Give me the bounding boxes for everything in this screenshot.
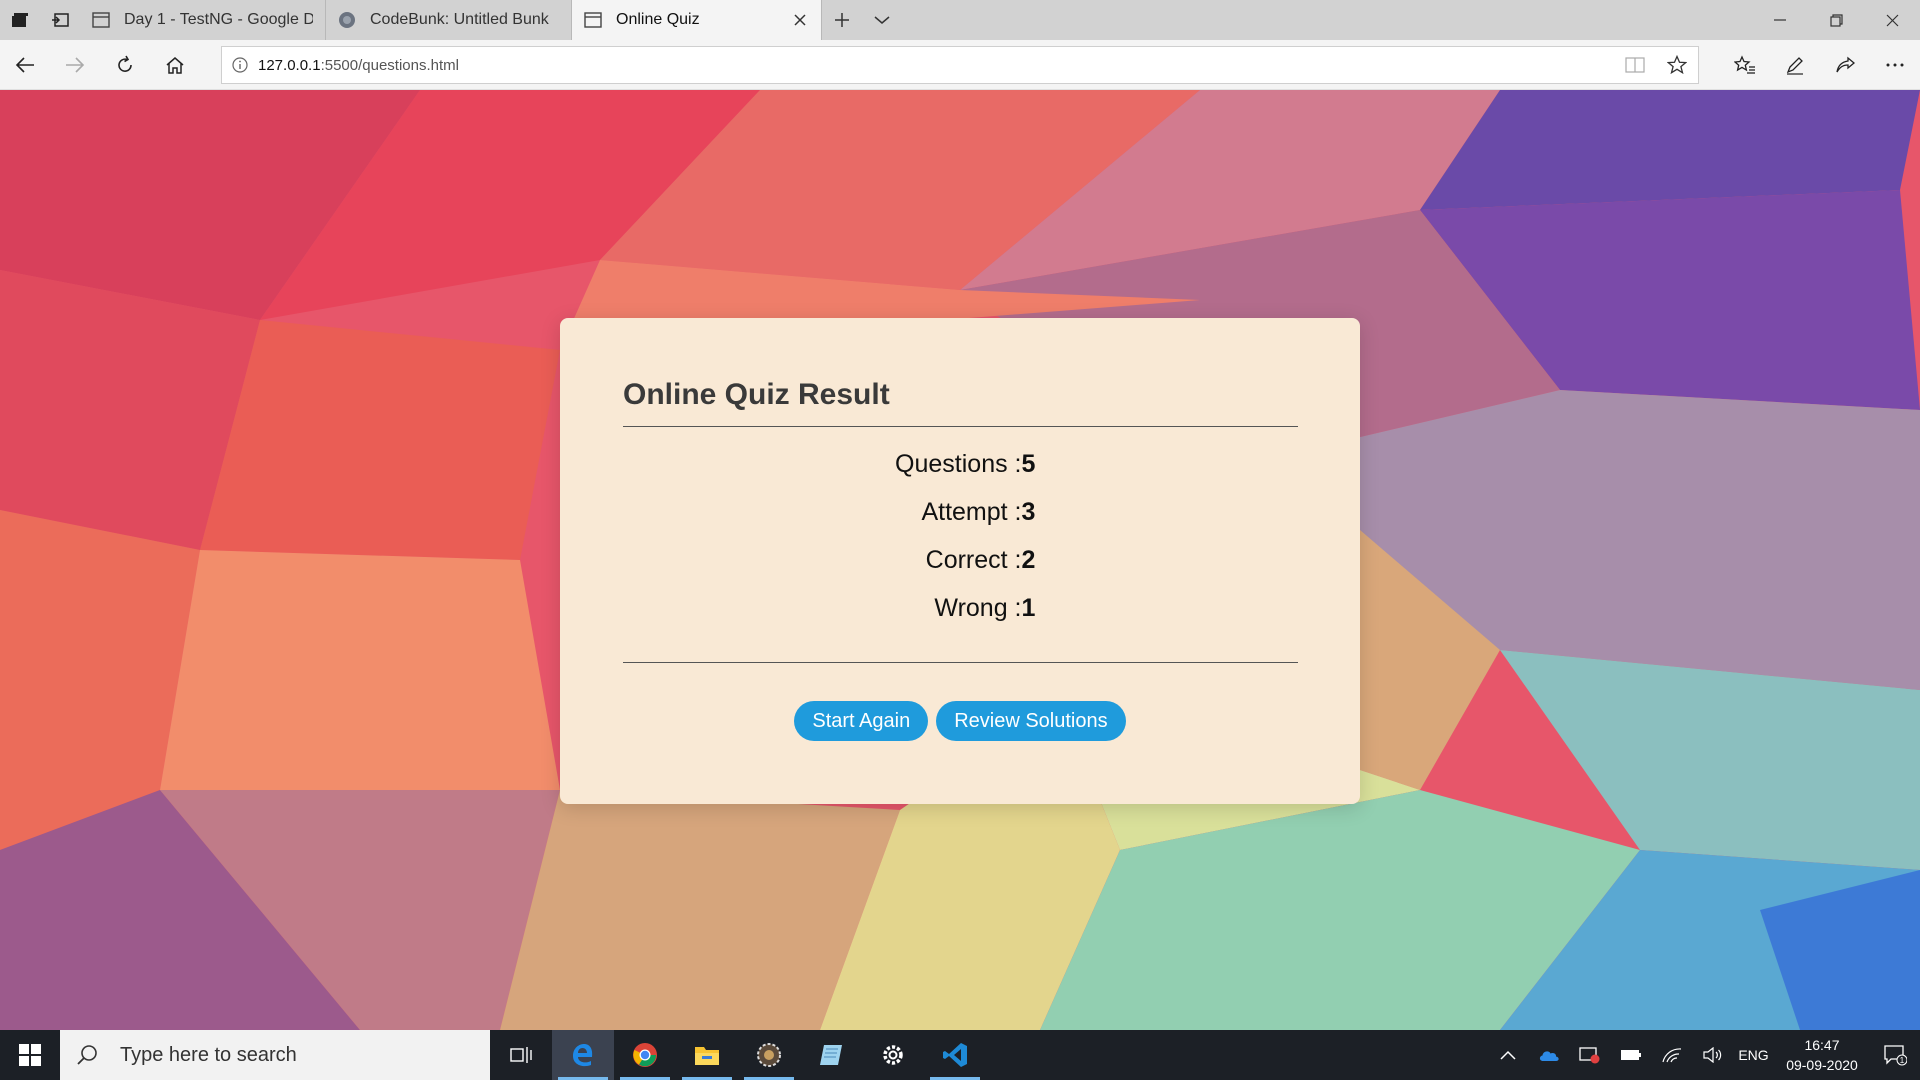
language-indicator[interactable]: ENG bbox=[1733, 1047, 1774, 1063]
result-actions: Start Again Review Solutions bbox=[560, 701, 1360, 741]
settings-icon[interactable] bbox=[862, 1030, 924, 1080]
clock[interactable]: 16:47 09-09-2020 bbox=[1774, 1035, 1870, 1075]
notepad-icon[interactable] bbox=[800, 1030, 862, 1080]
reading-view-icon[interactable] bbox=[1614, 57, 1656, 73]
tab-title: CodeBunk: Untitled Bunk bbox=[370, 11, 549, 28]
back-arrow-icon[interactable] bbox=[0, 40, 50, 90]
divider bbox=[623, 662, 1298, 663]
divider bbox=[623, 426, 1298, 427]
clock-time: 16:47 bbox=[1804, 1037, 1840, 1053]
page-icon bbox=[92, 12, 114, 28]
pen-notes-icon[interactable] bbox=[1770, 40, 1820, 90]
new-tab-icon[interactable] bbox=[822, 0, 862, 40]
quiz-result-card: Online Quiz Result Questions :5 Attempt … bbox=[560, 318, 1360, 804]
chevron-up-icon[interactable] bbox=[1487, 1050, 1528, 1060]
stat-label: Questions : bbox=[895, 450, 1022, 478]
more-options-icon[interactable] bbox=[1870, 40, 1920, 90]
tab-title: Online Quiz bbox=[616, 11, 700, 28]
page-icon bbox=[584, 12, 606, 28]
forward-arrow-icon[interactable] bbox=[50, 40, 100, 90]
chevron-down-icon[interactable] bbox=[862, 0, 902, 40]
settings-gear-app-icon[interactable] bbox=[738, 1030, 800, 1080]
page-viewport: Online Quiz Result Questions :5 Attempt … bbox=[0, 90, 1920, 1030]
browser-nav-bar: 127.0.0.1:5500/questions.html bbox=[0, 40, 1920, 90]
refresh-icon[interactable] bbox=[100, 40, 150, 90]
task-view-icon[interactable] bbox=[490, 1030, 552, 1080]
volume-icon[interactable] bbox=[1692, 1047, 1733, 1063]
system-tray: ENG 16:47 09-09-2020 1 bbox=[1487, 1030, 1920, 1080]
stat-value: 5 bbox=[1021, 450, 1036, 478]
stat-correct: Correct :2 bbox=[623, 546, 1298, 594]
tab-online-quiz[interactable]: Online Quiz bbox=[572, 0, 822, 40]
stat-value: 3 bbox=[1021, 498, 1036, 526]
stat-label: Attempt : bbox=[921, 498, 1022, 526]
stat-label: Correct : bbox=[925, 546, 1022, 574]
info-icon[interactable] bbox=[222, 57, 258, 73]
vscode-icon[interactable] bbox=[924, 1030, 986, 1080]
tabs-aside-icon[interactable] bbox=[40, 0, 80, 40]
close-window-icon[interactable] bbox=[1864, 0, 1920, 40]
security-center-icon[interactable] bbox=[1569, 1046, 1610, 1064]
url-text[interactable]: 127.0.0.1:5500/questions.html bbox=[258, 57, 459, 74]
stat-label: Wrong : bbox=[934, 594, 1022, 622]
clock-date: 09-09-2020 bbox=[1786, 1057, 1858, 1073]
favorite-star-icon[interactable] bbox=[1656, 55, 1698, 75]
tab-actions-icon[interactable] bbox=[0, 0, 40, 40]
file-explorer-icon[interactable] bbox=[676, 1030, 738, 1080]
search-placeholder: Type here to search bbox=[120, 1043, 297, 1066]
stat-wrong: Wrong :1 bbox=[623, 594, 1298, 642]
onedrive-cloud-icon[interactable] bbox=[1528, 1048, 1569, 1062]
result-title: Online Quiz Result bbox=[623, 378, 890, 411]
notification-center-icon[interactable]: 1 bbox=[1870, 1044, 1920, 1066]
taskbar-search-box[interactable]: Type here to search bbox=[60, 1030, 490, 1080]
notification-count: 1 bbox=[1900, 1056, 1905, 1065]
tab-codebunk[interactable]: CodeBunk: Untitled Bunk bbox=[326, 0, 572, 40]
browser-tab-bar: Day 1 - TestNG - Google Dr CodeBunk: Unt… bbox=[0, 0, 1920, 40]
share-icon[interactable] bbox=[1820, 40, 1870, 90]
result-stats: Questions :5 Attempt :3 Correct :2 Wrong… bbox=[623, 450, 1298, 642]
stat-questions: Questions :5 bbox=[623, 450, 1298, 498]
home-icon[interactable] bbox=[150, 40, 200, 90]
minimize-icon[interactable] bbox=[1752, 0, 1808, 40]
stat-attempt: Attempt :3 bbox=[623, 498, 1298, 546]
windows-taskbar: Type here to search ENG 16:47 09-09-2020… bbox=[0, 1030, 1920, 1080]
stat-value: 1 bbox=[1021, 594, 1036, 622]
window-controls bbox=[1752, 0, 1920, 40]
start-again-button[interactable]: Start Again bbox=[794, 701, 929, 741]
battery-icon[interactable] bbox=[1610, 1049, 1651, 1061]
tab-title: Day 1 - TestNG - Google Dr bbox=[124, 11, 313, 28]
tab-testng[interactable]: Day 1 - TestNG - Google Dr bbox=[80, 0, 326, 40]
edge-icon[interactable] bbox=[552, 1030, 614, 1080]
restore-icon[interactable] bbox=[1808, 0, 1864, 40]
windows-start-icon[interactable] bbox=[0, 1030, 60, 1080]
close-tab-icon[interactable] bbox=[791, 13, 809, 27]
codebunk-icon bbox=[338, 11, 360, 29]
stat-value: 2 bbox=[1021, 546, 1036, 574]
favorites-hub-icon[interactable] bbox=[1720, 40, 1770, 90]
search-icon bbox=[76, 1044, 106, 1066]
chrome-icon[interactable] bbox=[614, 1030, 676, 1080]
wifi-icon[interactable] bbox=[1651, 1047, 1692, 1063]
address-bar[interactable]: 127.0.0.1:5500/questions.html bbox=[221, 46, 1699, 84]
url-path: :5500/questions.html bbox=[320, 56, 459, 74]
url-host: 127.0.0.1 bbox=[258, 56, 321, 74]
review-solutions-button[interactable]: Review Solutions bbox=[936, 701, 1126, 741]
